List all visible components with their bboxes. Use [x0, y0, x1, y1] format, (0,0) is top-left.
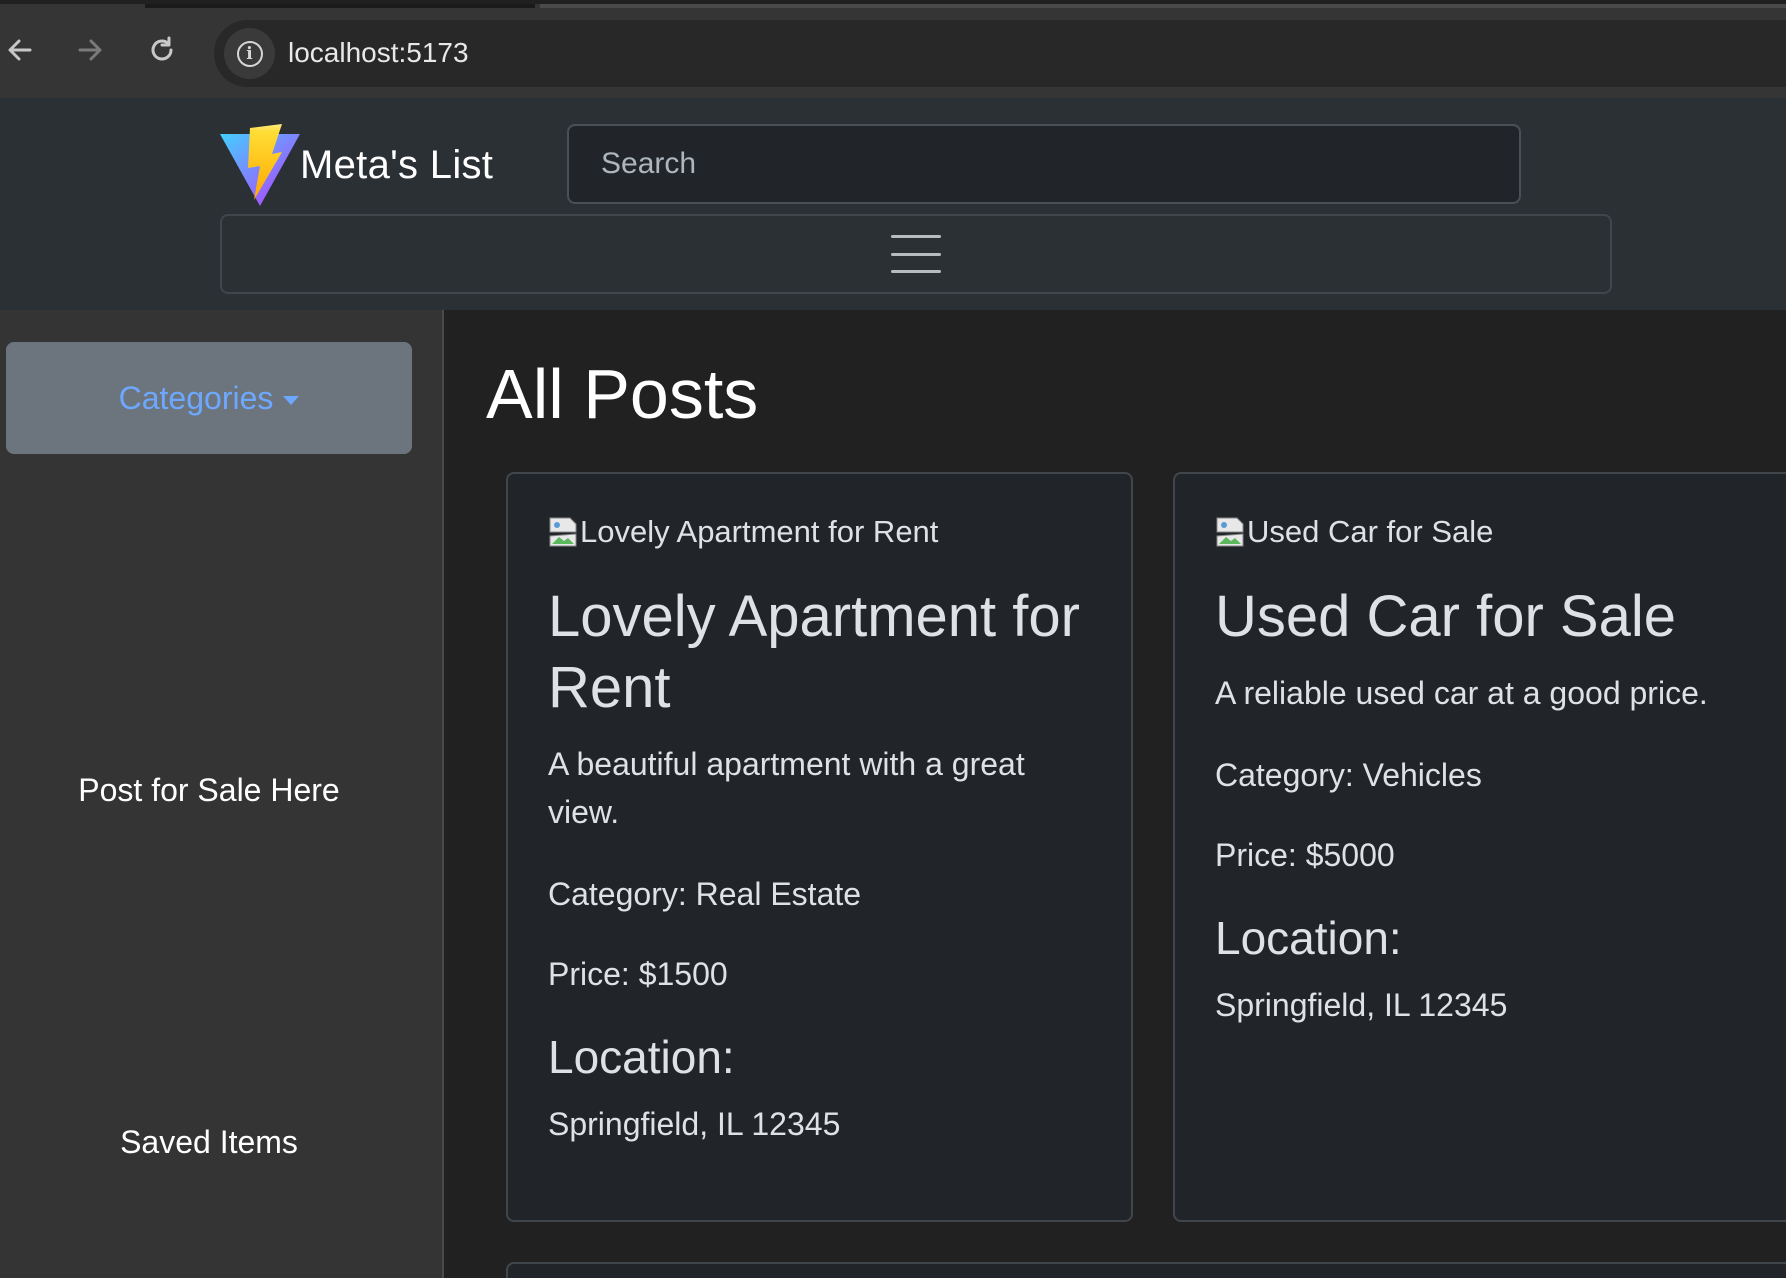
vite-logo — [220, 124, 300, 206]
browser-toolbar: i localhost:5173 — [0, 0, 1786, 98]
main-content: All Posts Lovely Apartment for Rent Love… — [446, 310, 1786, 1278]
page-title: All Posts — [486, 355, 759, 433]
post-image: Lovely Apartment for Rent — [548, 512, 1091, 552]
post-description: A beautiful apartment with a great view. — [548, 745, 1025, 830]
post-category: Category: Real Estate — [548, 875, 862, 912]
brand-name: Meta's List — [300, 142, 494, 187]
post-card[interactable] — [506, 1262, 1786, 1278]
categories-dropdown-button[interactable]: Categories — [6, 342, 412, 454]
broken-image-icon — [1216, 517, 1244, 547]
reload-icon[interactable] — [142, 30, 182, 70]
search-input[interactable] — [567, 124, 1521, 204]
site-info-icon[interactable]: i — [224, 28, 275, 79]
post-card[interactable]: Lovely Apartment for Rent Lovely Apartme… — [506, 472, 1133, 1222]
post-image-alt: Used Car for Sale — [1247, 514, 1494, 549]
sidebar-item-post-for-sale[interactable]: Post for Sale Here — [0, 772, 418, 809]
caret-down-icon — [283, 395, 300, 405]
url-text: localhost:5173 — [288, 37, 469, 68]
categories-label: Categories — [118, 379, 274, 416]
tab-strip-right — [540, 4, 1786, 8]
app-navbar: Meta's List — [0, 98, 1786, 310]
post-location: Springfield, IL 12345 — [1215, 986, 1508, 1023]
back-arrow-icon[interactable] — [0, 30, 40, 70]
brand[interactable]: Meta's List — [220, 124, 493, 206]
post-price: Price: $1500 — [548, 955, 728, 992]
post-title[interactable]: Used Car for Sale — [1215, 582, 1771, 653]
post-price: Price: $5000 — [1215, 836, 1395, 873]
hamburger-icon — [891, 235, 941, 273]
post-location: Springfield, IL 12345 — [548, 1105, 841, 1142]
post-title[interactable]: Lovely Apartment for Rent — [548, 582, 1091, 724]
address-bar[interactable]: i localhost:5173 — [214, 20, 1786, 87]
post-location-heading: Location: — [1215, 911, 1402, 964]
tab-strip — [145, 4, 535, 8]
broken-image-icon — [549, 517, 577, 547]
post-location-heading: Location: — [548, 1030, 735, 1083]
post-image: Used Car for Sale — [1215, 512, 1771, 552]
sidebar-item-saved-items[interactable]: Saved Items — [0, 1124, 418, 1161]
sidebar: Categories Post for Sale Here Saved Item… — [0, 310, 444, 1278]
navbar-toggler-button[interactable] — [220, 214, 1612, 294]
post-image-alt: Lovely Apartment for Rent — [580, 514, 939, 549]
post-description: A reliable used car at a good price. — [1215, 674, 1708, 711]
post-card[interactable]: Used Car for Sale Used Car for Sale A re… — [1173, 472, 1786, 1222]
forward-arrow-icon[interactable] — [70, 30, 110, 70]
post-category: Category: Vehicles — [1215, 756, 1482, 793]
